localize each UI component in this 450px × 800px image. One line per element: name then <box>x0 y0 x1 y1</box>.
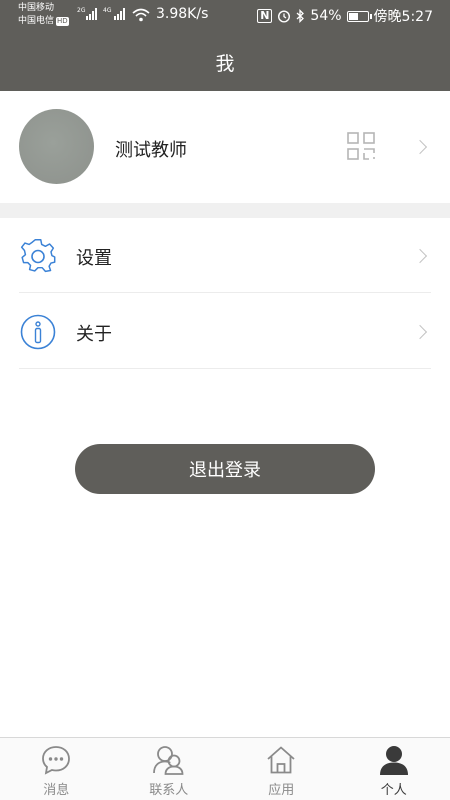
chat-bubble-icon <box>42 746 71 775</box>
person-icon <box>379 746 408 775</box>
carrier-info: 中国移动 中国电信 HD <box>18 2 69 28</box>
menu-item-settings[interactable]: 设置 <box>0 218 450 293</box>
tab-messages[interactable]: 消息 <box>0 738 113 800</box>
row-divider <box>19 292 431 293</box>
profile-card[interactable]: 测试教师 <box>0 91 450 203</box>
status-bar: 中国移动 中国电信 HD 2G 4G 3.98K/s N 54% 傍晚5:27 <box>0 0 450 33</box>
logout-button[interactable]: 退出登录 <box>75 444 375 494</box>
avatar[interactable] <box>19 109 94 184</box>
network-4g: 4G <box>103 7 112 14</box>
network-2g: 2G <box>77 7 86 14</box>
menu-label-about: 关于 <box>76 324 112 345</box>
chevron-right-icon <box>412 248 428 264</box>
battery-icon <box>346 10 372 22</box>
signal-2-icon <box>114 8 125 20</box>
menu-label-settings: 设置 <box>76 248 112 269</box>
carrier-2: 中国电信 <box>18 16 55 26</box>
signal-1-icon <box>86 8 97 20</box>
alarm-icon <box>278 10 291 23</box>
gear-icon <box>20 239 56 273</box>
battery-percent: 54% <box>310 8 342 24</box>
tab-apps[interactable]: 应用 <box>225 738 338 800</box>
nfc-icon: N <box>257 9 273 23</box>
home-icon <box>267 746 295 774</box>
network-speed: 3.98K/s <box>156 6 209 22</box>
info-icon <box>20 314 56 350</box>
wifi-icon <box>132 8 150 22</box>
tab-label-contacts: 联系人 <box>149 783 189 798</box>
tab-label-profile: 个人 <box>380 783 407 798</box>
bluetooth-icon <box>296 9 305 23</box>
menu-item-about[interactable]: 关于 <box>0 294 450 369</box>
profile-name: 测试教师 <box>115 140 187 161</box>
tab-profile[interactable]: 个人 <box>338 738 450 800</box>
row-divider <box>19 368 431 369</box>
title-bar: 我 <box>0 33 450 91</box>
carrier-1: 中国移动 <box>18 3 55 13</box>
hd-badge: HD <box>56 17 69 26</box>
tab-contacts[interactable]: 联系人 <box>113 738 226 800</box>
page-title: 我 <box>215 52 235 75</box>
chevron-right-icon <box>412 139 428 155</box>
bottom-tab-bar: 消息 联系人 应用 个人 <box>0 737 450 800</box>
tab-label-apps: 应用 <box>268 783 295 798</box>
section-divider <box>0 203 450 218</box>
clock: 傍晚5:27 <box>373 9 433 25</box>
qr-code-icon[interactable] <box>347 132 375 160</box>
tab-label-messages: 消息 <box>43 783 70 798</box>
chevron-right-icon <box>412 324 428 340</box>
contacts-icon <box>152 746 184 775</box>
